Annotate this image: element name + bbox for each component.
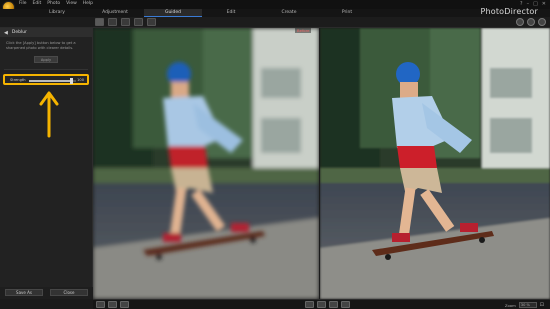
info-icon[interactable]: [329, 301, 338, 308]
settings-icon[interactable]: [538, 18, 546, 26]
close-icon[interactable]: ✕: [542, 1, 546, 7]
tab-print[interactable]: Print: [318, 9, 376, 17]
brand-title: PhotoDirector: [480, 7, 538, 16]
slider-fill: [29, 80, 72, 82]
highlight-arrow-icon: [39, 91, 59, 138]
compare-view-icon[interactable]: [108, 18, 117, 26]
photodirector-window: File Edit Photo View Help ? – □ ✕ Librar…: [0, 0, 550, 309]
apply-button[interactable]: Apply: [34, 56, 58, 63]
fit-icon[interactable]: ⊡: [540, 302, 544, 308]
tab-create[interactable]: Create: [260, 9, 318, 17]
zoom-label: Zoom: [504, 302, 516, 308]
strength-slider-group: Strength 100: [3, 74, 89, 85]
divider: [4, 69, 88, 70]
rotate-icon[interactable]: [317, 301, 326, 308]
import-icon[interactable]: [147, 18, 156, 26]
deblur-panel: ◀ Deblur Click the [Apply] button below …: [0, 28, 93, 299]
panel-header: ◀ Deblur: [0, 28, 92, 37]
flag-icon[interactable]: [305, 301, 314, 308]
main-menu: File Edit Photo View Help: [19, 1, 93, 6]
strength-value[interactable]: 100: [77, 78, 84, 82]
menu-photo[interactable]: Photo: [47, 1, 60, 6]
tab-edit[interactable]: Edit: [202, 9, 260, 17]
pan-hand-icon[interactable]: [527, 18, 535, 26]
tab-adjustment[interactable]: Adjustment: [86, 9, 144, 17]
after-photo: [320, 28, 550, 299]
tab-guided[interactable]: Guided: [144, 9, 202, 17]
strength-label: Strength: [10, 78, 26, 82]
strength-slider[interactable]: [29, 78, 76, 84]
zoom-in-icon[interactable]: [516, 18, 524, 26]
slider-thumb[interactable]: [69, 78, 73, 84]
menu-view[interactable]: View: [66, 1, 77, 6]
menu-edit[interactable]: Edit: [33, 1, 42, 6]
compare-icon[interactable]: [108, 301, 117, 308]
module-tab-bar: Library Adjustment Guided Edit Create Pr…: [0, 9, 550, 17]
panel-footer: Save As Close: [0, 287, 93, 299]
panel-description: Click the [Apply] button below to get a …: [6, 41, 76, 50]
after-viewer[interactable]: [320, 28, 550, 299]
menu-file[interactable]: File: [19, 1, 27, 6]
before-label: Before: [295, 28, 312, 33]
save-as-button[interactable]: Save As: [5, 289, 43, 296]
close-button[interactable]: Close: [50, 289, 88, 296]
view-toolbar: [0, 17, 550, 28]
delete-icon[interactable]: [341, 301, 350, 308]
menu-help[interactable]: Help: [83, 1, 93, 6]
single-view-icon[interactable]: [95, 18, 104, 26]
before-viewer[interactable]: [93, 28, 319, 299]
filmstrip-icon[interactable]: [96, 301, 105, 308]
back-arrow-icon[interactable]: ◀: [4, 30, 8, 36]
zoom-select[interactable]: 30 %: [518, 302, 537, 308]
menu-bar: File Edit Photo View Help ? – □ ✕: [0, 0, 550, 14]
grid-view-icon[interactable]: [121, 18, 130, 26]
rating-icon[interactable]: [120, 301, 129, 308]
tab-library[interactable]: Library: [28, 9, 86, 17]
panel-title: Deblur: [11, 30, 27, 35]
before-photo: [93, 28, 319, 299]
fullscreen-icon[interactable]: [134, 18, 143, 26]
status-bar: Zoom 30 % ⊡: [93, 299, 550, 309]
zoom-control: Zoom 30 % ⊡: [505, 302, 544, 308]
